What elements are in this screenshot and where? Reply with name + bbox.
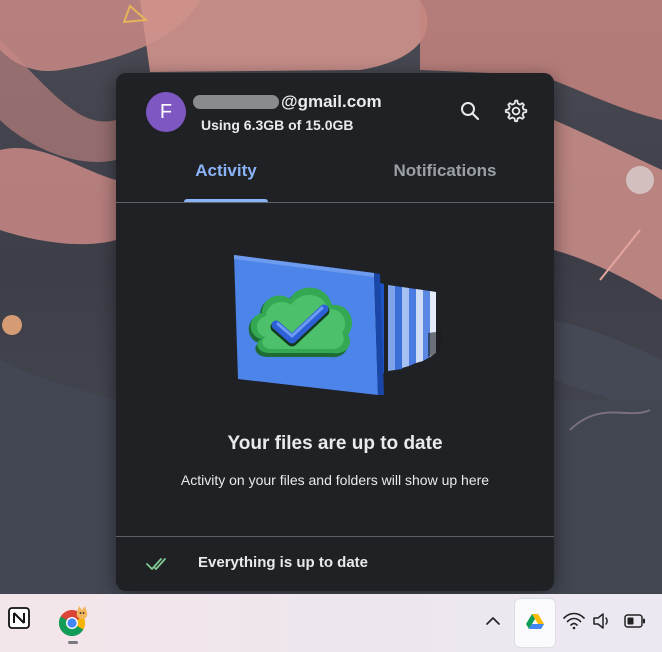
- status-title: Your files are up to date: [227, 433, 443, 454]
- status-subtitle: Activity on your files and folders will …: [180, 472, 490, 488]
- tab-activity-label: Activity: [195, 161, 257, 180]
- search-button[interactable]: [458, 99, 482, 123]
- google-drive-tray-button[interactable]: [514, 598, 556, 648]
- notion-icon[interactable]: [7, 606, 31, 630]
- sync-status-footer: Everything is up to date: [116, 536, 554, 591]
- tab-activity[interactable]: Activity: [184, 153, 268, 202]
- account-header: F @gmail.com Using 6.3GB of 15.0GB: [116, 73, 554, 153]
- email-domain: @gmail.com: [281, 92, 382, 111]
- google-drive-icon: [526, 614, 544, 629]
- tab-bar: Activity Notifications: [116, 153, 554, 203]
- storage-usage: Using 6.3GB of 15.0GB: [201, 117, 354, 133]
- volume-icon[interactable]: [592, 612, 612, 630]
- double-check-icon: [146, 558, 166, 570]
- avatar[interactable]: F: [146, 92, 186, 132]
- tab-notifications[interactable]: Notifications: [378, 153, 512, 202]
- chevron-up-icon[interactable]: [484, 612, 502, 630]
- tab-notifications-label: Notifications: [393, 161, 497, 180]
- account-email: @gmail.com: [193, 91, 382, 113]
- sync-status-text: Everything is up to date: [198, 554, 369, 571]
- drive-activity-panel: F @gmail.com Using 6.3GB of 15.0GB Activ…: [116, 73, 554, 591]
- files-up-to-date-illustration: [234, 255, 442, 395]
- search-icon: [461, 102, 480, 121]
- chrome-running-indicator: [68, 641, 78, 644]
- battery-icon[interactable]: [624, 614, 646, 628]
- settings-button[interactable]: [504, 99, 528, 123]
- active-tab-indicator: [184, 199, 268, 202]
- email-redacted-block: [193, 95, 279, 109]
- taskbar: [0, 594, 662, 652]
- gear-icon: [504, 99, 528, 123]
- wifi-icon[interactable]: [563, 612, 585, 630]
- chrome-icon[interactable]: [57, 604, 91, 638]
